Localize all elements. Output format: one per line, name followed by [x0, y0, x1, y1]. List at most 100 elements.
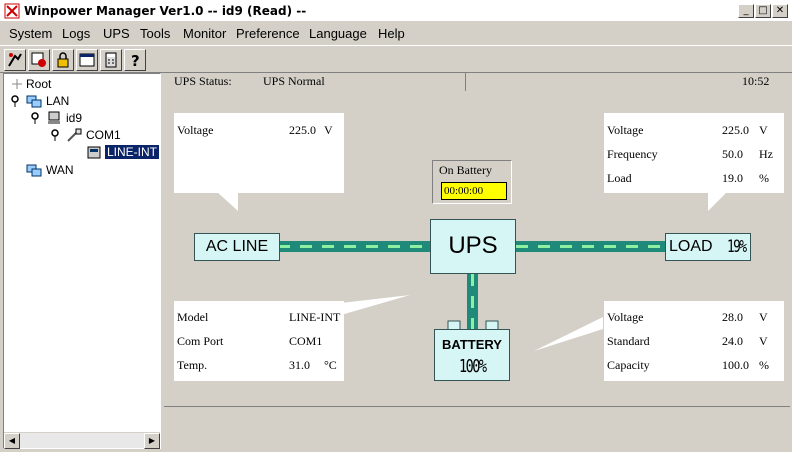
help-button[interactable]: ?	[124, 49, 146, 71]
battery-capacity-unit: %	[759, 358, 769, 372]
load-box: LOAD 19%	[665, 233, 751, 261]
device-info-box: Model LINE-INT Com Port COM1 Temp. 31.0 …	[174, 301, 344, 381]
input-callout-pointer	[216, 191, 238, 211]
status-value: UPS Normal	[263, 74, 325, 88]
menu-ups[interactable]: UPS	[103, 26, 130, 41]
title-bar: Winpower Manager Ver1.0 -- id9 (Read) --…	[0, 0, 792, 22]
battery-box: BATTERY 100%	[434, 329, 510, 381]
battery-standard-unit: V	[759, 334, 768, 348]
menu-tools[interactable]: Tools	[140, 26, 170, 41]
output-frequency-label: Frequency	[607, 147, 658, 161]
pin-icon	[51, 129, 59, 141]
tree-node-wan[interactable]: WAN	[46, 163, 74, 177]
scroll-left-icon[interactable]: ◀	[4, 433, 20, 449]
lock-icon	[57, 52, 69, 68]
status-divider	[465, 73, 466, 91]
temp-label: Temp.	[177, 358, 208, 372]
ups-device-icon	[87, 146, 101, 159]
on-battery-label: On Battery	[439, 163, 492, 177]
tree-node-root[interactable]: Root	[26, 77, 51, 91]
lan-icon	[26, 95, 42, 108]
minimize-button[interactable]: _	[738, 4, 754, 18]
menu-language[interactable]: Language	[309, 26, 367, 41]
tree-node-lan[interactable]: LAN	[46, 94, 69, 108]
tree-horizontal-scrollbar[interactable]: ◀ ▶	[4, 432, 160, 449]
wan-icon	[26, 164, 42, 177]
on-battery-timer: 00:00:00	[441, 182, 507, 200]
maximize-button[interactable]: □	[755, 4, 771, 18]
output-load-value: 19.0	[722, 171, 743, 185]
menu-system[interactable]: System	[9, 26, 52, 41]
status-time: 10:52	[742, 74, 770, 88]
port-icon	[67, 128, 82, 142]
output-frequency-unit: Hz	[759, 147, 773, 161]
help-icon: ?	[131, 52, 140, 70]
on-battery-group: On Battery 00:00:00	[432, 160, 512, 204]
menu-preference[interactable]: Preference	[236, 26, 300, 41]
input-info-box: Voltage 225.0 V	[174, 113, 344, 193]
window-button[interactable]	[76, 49, 98, 71]
ups-box: UPS	[430, 219, 516, 274]
battery-standard-value: 24.0	[722, 334, 743, 348]
toolbar: ?	[0, 45, 792, 73]
output-callout-pointer	[708, 191, 728, 211]
device-tree: Root LAN id9 COM1 LINE-INT WAN	[3, 73, 161, 449]
input-voltage-value: 225.0	[289, 123, 316, 137]
output-voltage-label: Voltage	[607, 123, 644, 137]
root-icon	[12, 79, 22, 89]
model-value: LINE-INT	[289, 310, 341, 324]
pin-icon	[31, 112, 39, 124]
connect-button[interactable]	[4, 49, 26, 71]
output-frequency-value: 50.0	[722, 147, 743, 161]
monitor-panel: Voltage 225.0 V Voltage 225.0 V Frequenc…	[166, 93, 788, 405]
battery-voltage-value: 28.0	[722, 310, 743, 324]
battery-voltage-unit: V	[759, 310, 768, 324]
lock-button[interactable]	[52, 49, 74, 71]
battery-label: BATTERY	[442, 337, 502, 352]
computer-icon	[48, 111, 60, 124]
menu-monitor[interactable]: Monitor	[183, 26, 226, 41]
tree-node-host[interactable]: id9	[66, 111, 82, 125]
menu-bar: System Logs UPS Tools Monitor Preference…	[0, 22, 792, 44]
app-icon	[4, 3, 20, 19]
battery-percent: 100%	[459, 356, 487, 377]
window-title: Winpower Manager Ver1.0 -- id9 (Read) --	[24, 4, 307, 18]
output-info-box: Voltage 225.0 V Frequency 50.0 Hz Load 1…	[604, 113, 784, 193]
bottom-status-bar	[164, 406, 790, 448]
status-row: UPS Status: UPS Normal 10:52	[166, 73, 788, 91]
com-port-value: COM1	[289, 334, 323, 348]
output-load-unit: %	[759, 171, 769, 185]
battery-voltage-label: Voltage	[607, 310, 644, 324]
connect-icon	[8, 53, 22, 67]
scroll-right-icon[interactable]: ▶	[144, 433, 160, 449]
tree-node-port[interactable]: COM1	[86, 128, 121, 142]
input-voltage-unit: V	[324, 123, 333, 137]
ac-line-box: AC LINE	[194, 233, 280, 261]
status-label: UPS Status:	[174, 74, 232, 88]
output-voltage-value: 225.0	[722, 123, 749, 137]
input-voltage-label: Voltage	[177, 123, 214, 137]
load-label: LOAD	[669, 238, 713, 255]
temp-value: 31.0	[289, 358, 310, 372]
battery-callout-pointer	[534, 317, 603, 351]
load-percent: 19%	[727, 237, 747, 257]
close-button[interactable]: ✕	[772, 4, 788, 18]
battery-capacity-label: Capacity	[607, 358, 650, 372]
battery-capacity-value: 100.0	[722, 358, 749, 372]
tree-node-device[interactable]: LINE-INT	[103, 144, 160, 160]
menu-help[interactable]: Help	[378, 26, 405, 41]
device-callout-pointer	[341, 295, 410, 315]
calculator-button[interactable]	[100, 49, 122, 71]
output-load-label: Load	[607, 171, 632, 185]
com-port-label: Com Port	[177, 334, 224, 348]
output-voltage-unit: V	[759, 123, 768, 137]
disconnect-icon	[31, 52, 46, 67]
window-icon	[79, 53, 95, 67]
disconnect-button[interactable]	[28, 49, 50, 71]
model-label: Model	[177, 310, 209, 324]
battery-standard-label: Standard	[607, 334, 650, 348]
battery-info-box: Voltage 28.0 V Standard 24.0 V Capacity …	[604, 301, 784, 381]
menu-logs[interactable]: Logs	[62, 26, 90, 41]
temp-unit: °C	[324, 358, 337, 372]
pin-icon	[11, 95, 19, 107]
